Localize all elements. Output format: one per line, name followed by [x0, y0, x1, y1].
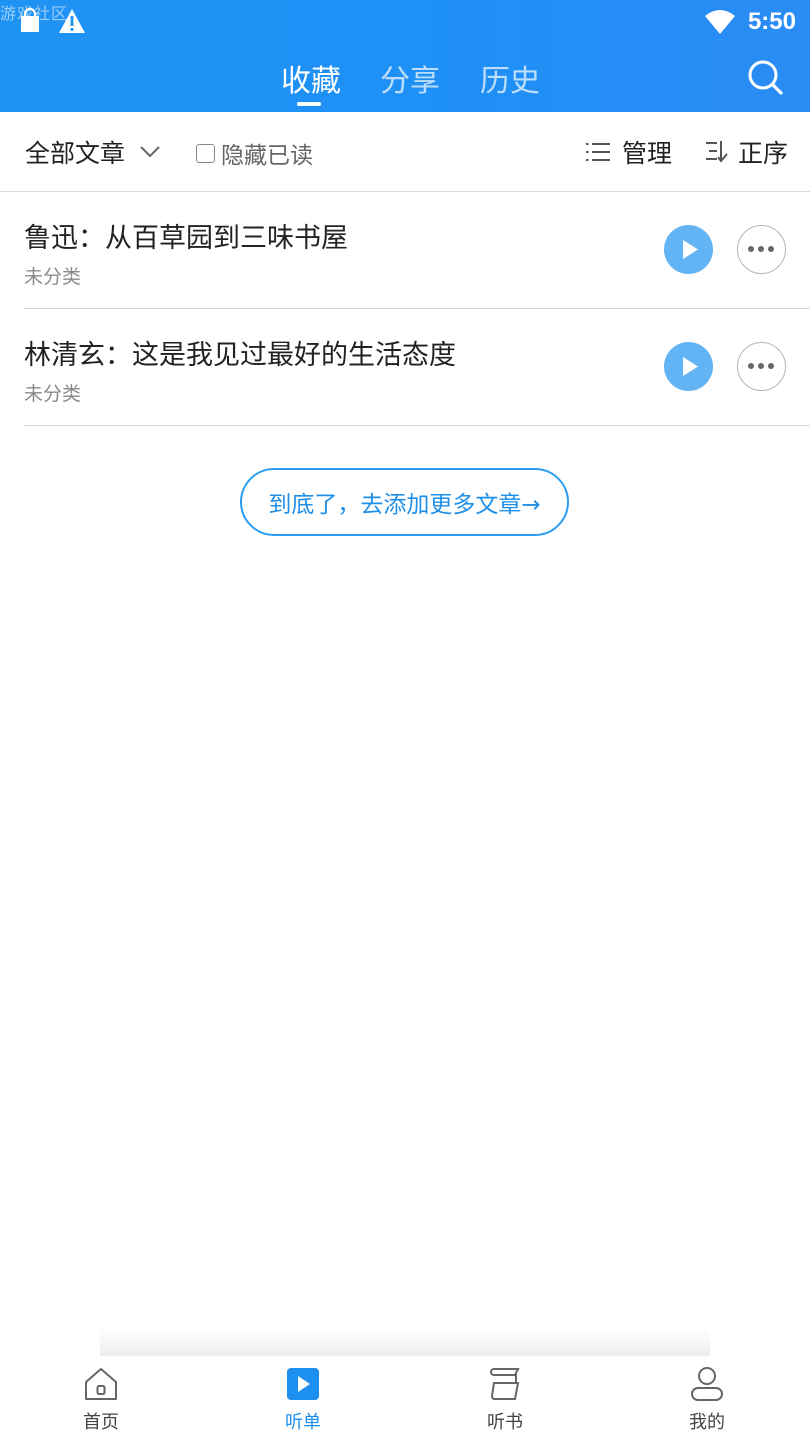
- nav-audiobook-label: 听书: [487, 1412, 523, 1433]
- article-title: 林清玄：这是我见过最好的生活态度: [24, 340, 456, 371]
- nav-playlist[interactable]: 听单: [258, 1366, 348, 1436]
- nav-audiobook[interactable]: 听书: [460, 1366, 550, 1436]
- more-options-button[interactable]: [737, 225, 786, 274]
- play-button[interactable]: [664, 342, 713, 391]
- active-tab-indicator: [297, 102, 321, 106]
- book-icon: [490, 1368, 520, 1400]
- header-tabs: 收藏 分享 历史: [0, 48, 810, 108]
- category-dropdown[interactable]: 全部文章: [25, 134, 161, 170]
- manage-label: 管理: [622, 139, 673, 168]
- hide-read-checkbox[interactable]: [196, 143, 215, 163]
- status-notifications: [16, 6, 86, 36]
- warning-icon: [59, 9, 85, 33]
- wifi-icon: [704, 10, 735, 34]
- category-label: 全部文章: [25, 139, 126, 168]
- nav-shadow: [100, 1328, 710, 1356]
- filter-bar: 全部文章 隐藏已读 管理 正序: [0, 112, 810, 192]
- sort-order-button[interactable]: 正序: [706, 134, 788, 170]
- more-dots-icon: [748, 246, 774, 252]
- play-button[interactable]: [664, 225, 713, 274]
- play-icon: [683, 357, 698, 376]
- play-list-icon: [287, 1368, 319, 1400]
- top-app-bar: 游戏社区 5:50 收藏 分享 历史: [0, 0, 810, 112]
- sort-icon: [706, 141, 728, 163]
- tab-history[interactable]: 历史: [480, 56, 540, 100]
- status-time: 5:50: [747, 8, 796, 35]
- list-item[interactable]: 鲁迅：从百草园到三味书屋 未分类: [24, 192, 810, 309]
- nav-profile-label: 我的: [689, 1412, 725, 1433]
- list-item[interactable]: 林清玄：这是我见过最好的生活态度 未分类: [24, 309, 810, 426]
- tab-favorites[interactable]: 收藏: [281, 56, 341, 100]
- status-indicators: 5:50: [704, 4, 796, 40]
- tab-shared[interactable]: 分享: [380, 56, 440, 100]
- hide-read-label: 隐藏已读: [221, 143, 313, 169]
- nav-playlist-label: 听单: [285, 1412, 321, 1433]
- hide-read-toggle[interactable]: 隐藏已读: [196, 136, 313, 170]
- user-icon: [691, 1367, 723, 1401]
- nav-profile[interactable]: 我的: [662, 1366, 752, 1436]
- shopping-bag-icon: [21, 7, 39, 32]
- list-manage-icon: [586, 143, 610, 161]
- home-icon: [85, 1368, 117, 1400]
- play-icon: [683, 240, 698, 259]
- nav-home-label: 首页: [83, 1412, 119, 1433]
- article-category: 未分类: [24, 266, 82, 288]
- nav-home[interactable]: 首页: [56, 1366, 146, 1436]
- article-title: 鲁迅：从百草园到三味书屋: [24, 223, 348, 254]
- article-category: 未分类: [24, 383, 82, 405]
- article-list: 鲁迅：从百草园到三味书屋 未分类 林清玄：这是我见过最好的生活态度 未分类: [0, 192, 810, 426]
- more-dots-icon: [748, 363, 774, 369]
- bottom-navigation: 首页 听单 听书 我的: [0, 1356, 810, 1440]
- search-icon[interactable]: [746, 58, 786, 98]
- add-more-articles-button[interactable]: 到底了，去添加更多文章→: [240, 468, 569, 536]
- more-options-button[interactable]: [737, 342, 786, 391]
- manage-button[interactable]: 管理: [586, 134, 672, 170]
- sort-order-label: 正序: [738, 139, 789, 168]
- chevron-down-icon: [140, 146, 160, 158]
